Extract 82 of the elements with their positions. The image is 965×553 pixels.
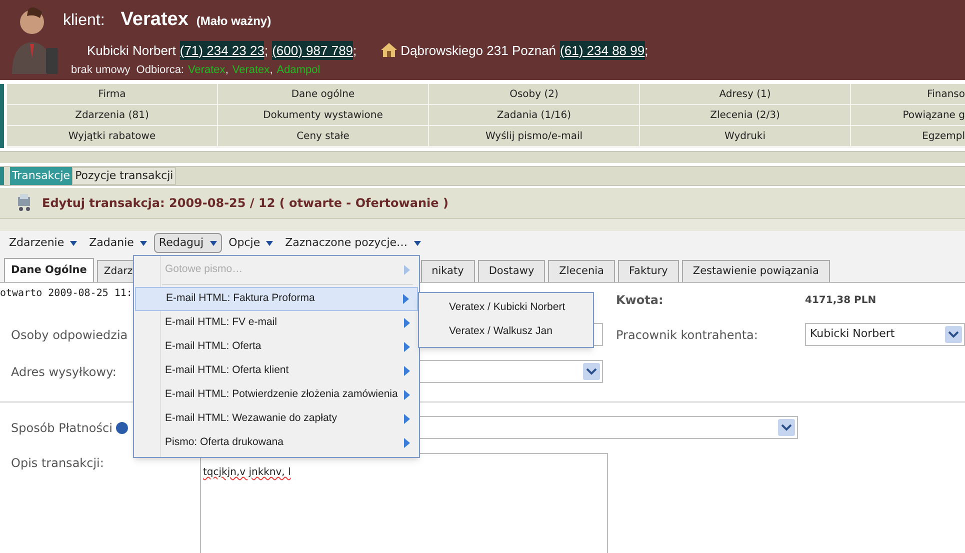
separator-text: ;: [353, 42, 357, 60]
field-label: Kwota:: [616, 292, 664, 309]
arrow-icon: [404, 366, 410, 376]
phone-link[interactable]: (600) 987 789: [272, 40, 354, 60]
select-value: Kubicki Norbert: [810, 326, 895, 342]
nav-tab[interactable]: Adresy (1): [640, 84, 850, 104]
recipient-link[interactable]: Veratex: [232, 62, 270, 78]
recipient-link[interactable]: Veratex: [188, 62, 226, 78]
client-name: Veratex: [120, 8, 188, 32]
arrow-icon: [404, 390, 410, 400]
menu-item[interactable]: E-mail HTML: Oferta klient: [135, 359, 418, 383]
submenu-item[interactable]: Veratex / Kubicki Norbert: [419, 296, 593, 320]
nav-tab[interactable]: Dokumenty wystawione: [218, 105, 428, 125]
caret-icon: [266, 240, 274, 246]
toolbar-menu-button[interactable]: Redaguj: [154, 233, 222, 253]
nav-tab[interactable]: Egzempl: [851, 126, 965, 146]
field-label: Opis transakcji:: [11, 455, 104, 472]
sub-tab[interactable]: Pozycje transakcji: [72, 167, 176, 185]
form-tab[interactable]: Faktury: [618, 260, 679, 282]
contract-status: brak umowy: [71, 63, 130, 78]
arrow-icon: [404, 318, 410, 328]
nav-tab[interactable]: Wydruki: [640, 126, 850, 146]
arrow-icon: [404, 265, 410, 275]
nav-tab[interactable]: Wyślij pismo/e-mail: [429, 126, 639, 146]
form-tab[interactable]: Dostawy: [478, 260, 546, 282]
contact-person: Kubicki Norbert: [87, 42, 176, 60]
nav-tab[interactable]: Ceny stałe: [218, 126, 428, 146]
house-icon: [380, 43, 397, 58]
client-label: klient:: [63, 11, 105, 31]
phone-link[interactable]: (71) 234 23 23: [180, 40, 264, 60]
field-label: Osoby odpowiedzia: [11, 326, 128, 344]
menu-item[interactable]: E-mail HTML: Oferta: [135, 335, 418, 359]
nav-tab[interactable]: Zadania (1/16): [429, 105, 639, 125]
nav-tab[interactable]: Wyjątki rabatowe: [7, 126, 217, 146]
opened-date: otwarto 2009-08-25 11:: [0, 287, 132, 301]
client-priority: (Mało ważny): [196, 13, 272, 30]
nav-tab[interactable]: Zdarzenia (81): [7, 105, 217, 125]
caret-icon: [210, 240, 217, 246]
nav-tab[interactable]: Dane ogólne: [218, 84, 428, 104]
field-label: Sposób Płatności: [11, 420, 112, 436]
caret-icon: [140, 240, 147, 246]
page-title: Edytuj transakcja: 2009-08-25 / 12 ( otwarte - Ofertowanie ): [42, 195, 448, 212]
arrow-icon: [404, 342, 410, 352]
toolbar-menu-button[interactable]: Zdarzenie: [4, 233, 82, 253]
field-label: Pracownik kontrahenta:: [616, 326, 759, 344]
separator-text: ;: [644, 42, 648, 60]
menu-item[interactable]: Pismo: Oferta drukowana: [135, 431, 418, 455]
separator-text: ,: [270, 63, 273, 78]
description-text: tqcjkjn,v jnkknv, l: [203, 467, 291, 478]
amount-value: 4171,38 PLN: [805, 294, 876, 308]
separator-text: ,: [225, 63, 228, 78]
form-tab[interactable]: Zlecenia: [548, 260, 615, 282]
menu-item[interactable]: E-mail HTML: Potwierdzenie złożenia zamówienia: [135, 383, 418, 407]
address-text: Dąbrowskiego 231 Poznań: [400, 42, 556, 60]
nav-tab[interactable]: Firma: [7, 84, 217, 104]
phone-link[interactable]: (61) 234 88 99: [560, 40, 645, 60]
toolbar-menu-button[interactable]: Opcje: [224, 233, 278, 253]
description-textarea[interactable]: tqcjkjn,v jnkknv, l: [200, 453, 608, 553]
recipient-label: Odbiorca:: [136, 63, 184, 78]
menu-item[interactable]: E-mail HTML: Wezawanie do zapłaty: [135, 407, 418, 431]
form-tab[interactable]: nikaty: [420, 260, 475, 282]
nav-tab[interactable]: Osoby (2): [429, 84, 639, 104]
menu-item[interactable]: E-mail HTML: FV e-mail: [135, 311, 418, 335]
submenu-item[interactable]: Veratex / Walkusz Jan: [419, 320, 593, 344]
nav-tab[interactable]: Zlecenia (2/3): [640, 105, 850, 125]
help-icon[interactable]: [116, 422, 128, 434]
recipient-link[interactable]: Adampol: [276, 62, 320, 78]
nav-tab[interactable]: Powiązane g: [851, 105, 965, 125]
separator-text: ;: [264, 42, 268, 60]
arrow-icon: [404, 438, 410, 448]
nav-tab[interactable]: Finanso: [851, 84, 965, 104]
form-tab[interactable]: Zestawienie powiązania: [682, 260, 830, 282]
field-label: Adres wysyłkowy:: [11, 364, 116, 380]
arrow-icon: [404, 414, 410, 424]
arrow-icon: [403, 294, 409, 304]
select-field[interactable]: Kubicki Norbert: [805, 323, 965, 346]
caret-icon: [414, 240, 421, 246]
form-tab[interactable]: Dane Ogólne: [4, 258, 94, 282]
menu-item[interactable]: E-mail HTML: Faktura Proforma: [135, 287, 418, 311]
caret-icon: [70, 240, 78, 246]
toolbar-menu-button[interactable]: Zadanie: [84, 233, 152, 253]
toolbar-menu-button[interactable]: Zaznaczone pozycje…: [280, 233, 426, 253]
